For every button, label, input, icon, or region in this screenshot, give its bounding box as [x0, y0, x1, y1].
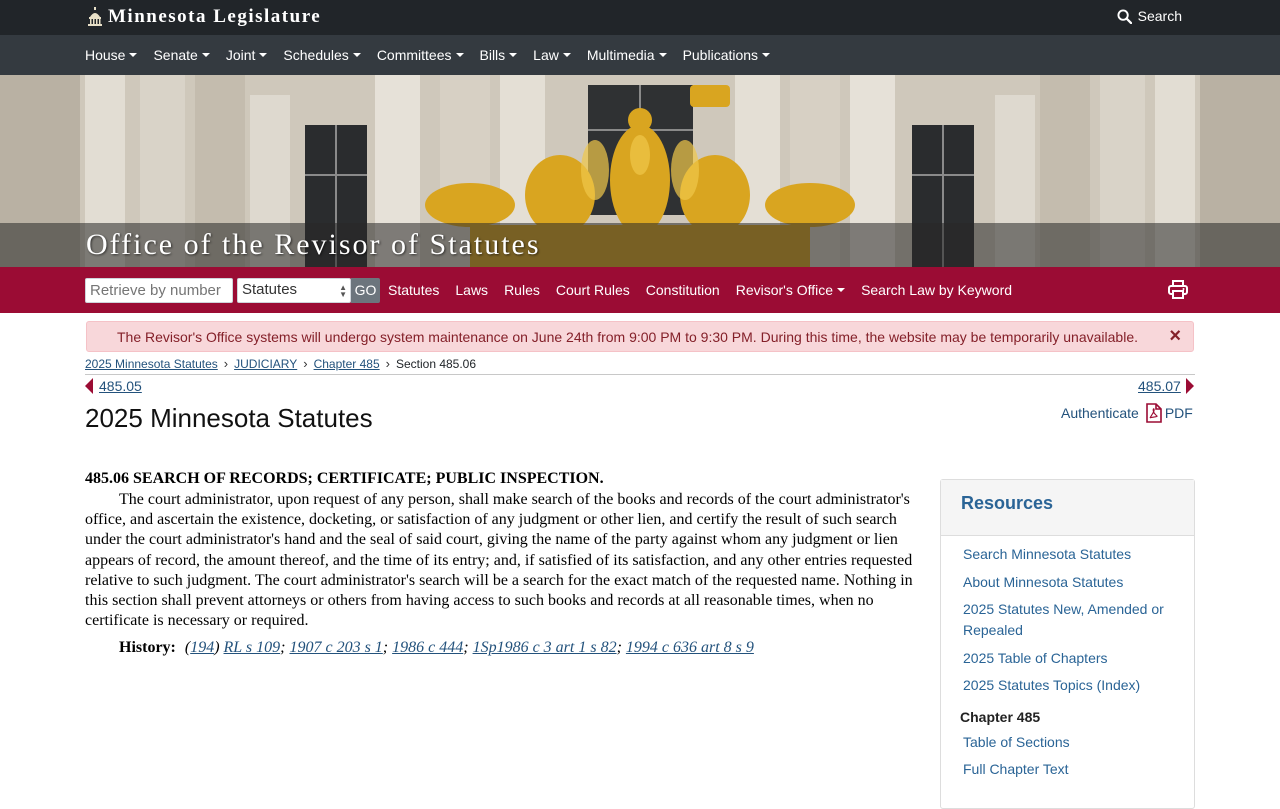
search-label: Search — [1137, 8, 1182, 24]
subnav-revisors-office[interactable]: Revisor's Office — [736, 282, 846, 298]
previous-section[interactable]: 485.05 — [85, 378, 142, 394]
caret-down-icon — [352, 53, 361, 57]
print-icon[interactable] — [1168, 280, 1188, 299]
caret-down-icon — [509, 53, 518, 57]
nav-law[interactable]: Law — [533, 47, 571, 63]
chevron-left-icon — [85, 378, 93, 394]
breadcrumb-statutes[interactable]: 2025 Minnesota Statutes — [85, 357, 218, 371]
main-nav: House Senate Joint Schedules Committees … — [0, 35, 1280, 75]
history-line: History: (194) RL s 109; 1907 c 203 s 1; … — [119, 639, 754, 657]
resource-link[interactable]: Search Minnesota Statutes — [963, 544, 1172, 565]
next-section-link[interactable]: 485.07 — [1138, 378, 1181, 394]
caret-down-icon — [455, 53, 464, 57]
breadcrumb-chapter[interactable]: Chapter 485 — [314, 357, 380, 371]
document-type-value: Statutes — [242, 281, 298, 298]
nav-committees[interactable]: Committees — [377, 47, 464, 63]
caret-down-icon — [201, 53, 210, 57]
authenticate-link[interactable]: Authenticate — [1061, 405, 1139, 421]
resource-link[interactable]: About Minnesota Statutes — [963, 572, 1172, 593]
chevron-right-icon: › — [303, 356, 308, 371]
breadcrumb-current: Section 485.06 — [395, 356, 477, 371]
nav-senate[interactable]: Senate — [153, 47, 210, 63]
chevron-right-icon: › — [385, 356, 390, 371]
subnav-statutes[interactable]: Statutes — [388, 282, 439, 298]
site-brand[interactable]: Minnesota Legislature — [86, 6, 321, 28]
maintenance-alert: The Revisor's Office systems will underg… — [86, 321, 1194, 352]
hero-banner: Office of the Revisor of Statutes — [0, 75, 1280, 267]
history-link[interactable]: 1994 c 636 art 8 s 9 — [626, 639, 754, 656]
caret-down-icon — [562, 53, 571, 57]
alert-message: The Revisor's Office systems will underg… — [117, 329, 1138, 345]
page-title: 2025 Minnesota Statutes — [85, 403, 373, 433]
resource-link[interactable]: 2025 Statutes New, Amended or Repealed — [963, 599, 1172, 641]
go-button[interactable]: GO — [351, 278, 380, 303]
close-icon[interactable]: × — [1169, 326, 1181, 346]
pdf-icon — [1146, 403, 1162, 423]
resources-panel: Resources Search Minnesota Statutes Abou… — [940, 479, 1195, 809]
resources-title: Resources — [961, 493, 1054, 513]
resource-link[interactable]: 2025 Table of Chapters — [963, 648, 1172, 669]
history-link[interactable]: 1986 c 444 — [392, 639, 463, 656]
nav-house[interactable]: House — [85, 47, 138, 63]
chevron-right-icon — [1185, 378, 1194, 394]
history-label: History: — [119, 639, 176, 657]
history-link[interactable]: RL s 109 — [224, 639, 281, 656]
caret-down-icon — [658, 53, 667, 57]
history-link[interactable]: 194 — [190, 639, 214, 656]
document-type-select[interactable]: Statutes ▲ ▼ — [237, 278, 351, 303]
top-bar: Minnesota Legislature Search — [0, 0, 1280, 35]
history-link[interactable]: 1907 c 203 s 1 — [289, 639, 382, 656]
section-heading: 485.06 SEARCH OF RECORDS; CERTIFICATE; P… — [85, 470, 604, 487]
subnav-court-rules[interactable]: Court Rules — [556, 282, 630, 298]
section-body: The court administrator, upon request of… — [85, 491, 913, 630]
caret-down-icon — [762, 53, 771, 57]
resources-header: Resources — [941, 480, 1194, 536]
search-icon — [1117, 8, 1132, 24]
next-section[interactable]: 485.07 — [1138, 378, 1194, 394]
caret-down-icon — [837, 288, 846, 292]
nav-bills[interactable]: Bills — [480, 47, 518, 63]
statute-section: 485.06 SEARCH OF RECORDS; CERTIFICATE; P… — [85, 470, 915, 657]
history-link[interactable]: 1Sp1986 c 3 art 1 s 82 — [473, 639, 617, 656]
retrieve-by-number-input[interactable] — [85, 278, 233, 303]
document-links: Authenticate PDF — [1061, 403, 1193, 423]
revisor-nav: Statutes ▲▼ GO Statutes Laws Rules Court… — [0, 267, 1280, 313]
subnav-rules[interactable]: Rules — [504, 282, 540, 298]
chevron-right-icon: › — [223, 356, 229, 371]
pdf-label: PDF — [1164, 405, 1193, 421]
chapter-link[interactable]: Table of Sections — [963, 732, 1172, 753]
nav-multimedia[interactable]: Multimedia — [587, 47, 667, 63]
chapter-heading: Chapter 485 — [960, 708, 1041, 725]
office-title: Office of the Revisor of Statutes — [86, 228, 541, 261]
previous-section-link[interactable]: 485.05 — [99, 378, 142, 394]
caret-down-icon — [129, 53, 138, 57]
breadcrumb-judiciary[interactable]: JUDICIARY — [234, 357, 297, 371]
subnav-search-by-keyword[interactable]: Search Law by Keyword — [861, 282, 1012, 298]
subnav-laws[interactable]: Laws — [455, 282, 488, 298]
caret-down-icon — [259, 53, 268, 57]
select-arrows-icon: ▲ ▼ — [339, 283, 347, 299]
pdf-link[interactable]: PDF — [1146, 403, 1193, 423]
nav-schedules[interactable]: Schedules — [283, 47, 361, 63]
breadcrumb: 2025 Minnesota Statutes › JUDICIARY › Ch… — [85, 356, 476, 371]
capitol-dome-icon — [88, 7, 102, 26]
nav-publications[interactable]: Publications — [683, 47, 771, 63]
search-button[interactable]: Search — [1117, 8, 1182, 24]
chapter-links: Table of Sections Full Chapter Text — [941, 732, 1194, 781]
subnav-constitution[interactable]: Constitution — [646, 282, 720, 298]
site-brand-name: Minnesota Legislature — [108, 6, 322, 27]
resources-list: Search Minnesota Statutes About Minnesot… — [941, 536, 1194, 696]
chapter-link[interactable]: Full Chapter Text — [963, 759, 1172, 780]
resource-link[interactable]: 2025 Statutes Topics (Index) — [963, 675, 1172, 696]
breadcrumb-divider — [85, 374, 1195, 375]
nav-joint[interactable]: Joint — [226, 47, 268, 63]
